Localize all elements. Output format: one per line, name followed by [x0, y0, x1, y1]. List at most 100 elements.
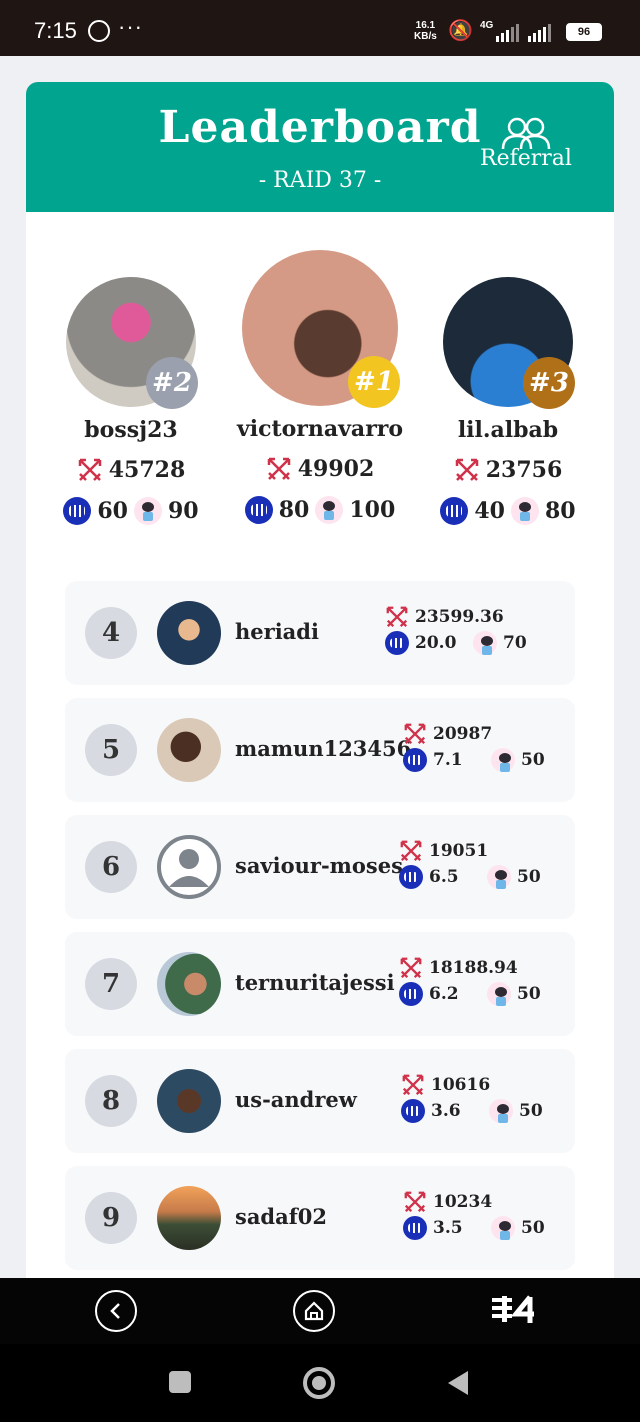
- signal-icon-2: [528, 22, 551, 42]
- row-stats: 18188.94 6.2 50: [399, 956, 541, 1008]
- username: mamun123456: [235, 736, 412, 761]
- steem-reward: 3.6: [431, 1101, 461, 1121]
- rank-badge: #1: [348, 356, 400, 408]
- steem-token-icon: [399, 982, 423, 1006]
- mascot-token-icon: [315, 496, 344, 524]
- app-logo-icon: [492, 1295, 534, 1323]
- leaderboard-row[interactable]: 8 us-andrew 10616 3.6 50: [65, 1049, 575, 1153]
- steem-token-icon: [403, 748, 427, 772]
- mascot-reward: 50: [521, 750, 545, 770]
- mascot-token-icon: [511, 497, 539, 525]
- leaderboard-card: Leaderboard - RAID 37 - Referral #2 boss…: [26, 82, 614, 1278]
- rank-number: 7: [85, 958, 137, 1010]
- score: 23599.36: [415, 607, 504, 627]
- username: heriadi: [235, 619, 319, 644]
- podium-score: 45728: [41, 457, 221, 483]
- home-icon: [304, 1301, 324, 1321]
- back-button[interactable]: [95, 1290, 137, 1332]
- steem-token-icon: [63, 497, 92, 525]
- rank-number: 4: [85, 607, 137, 659]
- steem-reward: 3.5: [433, 1218, 463, 1238]
- avatar: #1: [242, 250, 400, 408]
- podium-rank-3[interactable]: #3 lil.albab 23756 40 80: [418, 277, 598, 525]
- username: ternuritajessi: [235, 970, 395, 995]
- status-time: 7:15: [34, 18, 77, 43]
- mascot-reward: 50: [517, 867, 541, 887]
- network-speed: 16.1 KB/s: [414, 20, 437, 42]
- crossed-swords-icon: [78, 458, 101, 481]
- row-stats: 20987 7.1 50: [403, 722, 545, 774]
- row-stats: 19051 6.5 50: [399, 839, 541, 891]
- podium-score: 23756: [418, 457, 598, 483]
- rank-number: 9: [85, 1192, 137, 1244]
- score: 19051: [429, 841, 489, 861]
- mascot-reward: 70: [503, 633, 527, 653]
- podium-rank-2[interactable]: #2 bossj23 45728 60 90: [41, 277, 221, 525]
- referral-button[interactable]: Referral: [476, 116, 576, 171]
- crossed-swords-icon: [386, 606, 408, 628]
- avatar: [157, 1069, 221, 1133]
- score: 10616: [431, 1075, 491, 1095]
- podium-name: bossj23: [84, 417, 178, 443]
- score: 10234: [433, 1192, 493, 1212]
- avatar: [157, 1186, 221, 1250]
- steem-reward: 20.0: [415, 633, 457, 653]
- mascot-token-icon: [491, 748, 515, 772]
- leaderboard-row[interactable]: 7 ternuritajessi 18188.94 6.2 50: [65, 932, 575, 1036]
- leaderboard-header: Leaderboard - RAID 37 - Referral: [26, 82, 614, 212]
- avatar: #2: [66, 277, 198, 409]
- crossed-swords-icon: [404, 1191, 426, 1213]
- steem-reward: 6.2: [429, 984, 459, 1004]
- podium-name: victornavarro: [236, 416, 404, 442]
- avatar: [157, 952, 221, 1016]
- leaderboard-row[interactable]: 5 mamun123456 20987 7.1 50: [65, 698, 575, 802]
- raid-subtitle: - RAID 37 -: [258, 168, 382, 193]
- crossed-swords-icon: [400, 957, 422, 979]
- row-stats: 23599.36 20.0 70: [385, 605, 527, 657]
- avatar: [157, 718, 221, 782]
- crossed-swords-icon: [402, 1074, 424, 1096]
- podium-score: 49902: [230, 456, 410, 482]
- mascot-token-icon: [487, 865, 511, 889]
- mascot-token-icon: [491, 1216, 515, 1240]
- avatar: [157, 835, 221, 899]
- steem-token-icon: [385, 631, 409, 655]
- whatsapp-icon: [88, 20, 110, 42]
- people-icon: [501, 117, 551, 150]
- steem-token-icon: [403, 1216, 427, 1240]
- app-logo-button[interactable]: [490, 1294, 546, 1334]
- username: us-andrew: [235, 1087, 357, 1112]
- rank-number: 8: [85, 1075, 137, 1127]
- mascot-reward: 50: [517, 984, 541, 1004]
- mascot-reward: 50: [519, 1101, 543, 1121]
- mascot-token-icon: [134, 497, 162, 525]
- avatar: [157, 601, 221, 665]
- crossed-swords-icon: [455, 458, 478, 481]
- battery-icon: 96: [566, 23, 602, 41]
- recent-apps-button[interactable]: [169, 1371, 191, 1393]
- score: 18188.94: [429, 958, 518, 978]
- crossed-swords-icon: [400, 840, 422, 862]
- rank-badge: #3: [523, 357, 575, 409]
- rank-badge: #2: [146, 357, 198, 409]
- steem-reward: 7.1: [433, 750, 463, 770]
- system-home-button[interactable]: [303, 1367, 335, 1399]
- leaderboard-row[interactable]: 6 saviour-moses 19051 6.5 50: [65, 815, 575, 919]
- steem-reward: 6.5: [429, 867, 459, 887]
- more-notifications-icon: ···: [118, 14, 143, 39]
- leaderboard-row[interactable]: 4 heriadi 23599.36 20.0 70: [65, 581, 575, 685]
- avatar: #3: [443, 277, 575, 409]
- username: saviour-moses: [235, 853, 403, 878]
- leaderboard-row[interactable]: 9 sadaf02 10234 3.5 50: [65, 1166, 575, 1270]
- network-type: 4G: [480, 20, 494, 31]
- default-user-icon: [169, 849, 209, 887]
- score: 20987: [433, 724, 493, 744]
- system-back-button[interactable]: [448, 1371, 468, 1395]
- mascot-token-icon: [489, 1099, 513, 1123]
- rank-number: 5: [85, 724, 137, 776]
- steem-token-icon: [399, 865, 423, 889]
- home-button[interactable]: [293, 1290, 335, 1332]
- podium-rank-1[interactable]: #1 victornavarro 49902 80 100: [230, 250, 410, 524]
- username: sadaf02: [235, 1204, 327, 1229]
- mascot-token-icon: [487, 982, 511, 1006]
